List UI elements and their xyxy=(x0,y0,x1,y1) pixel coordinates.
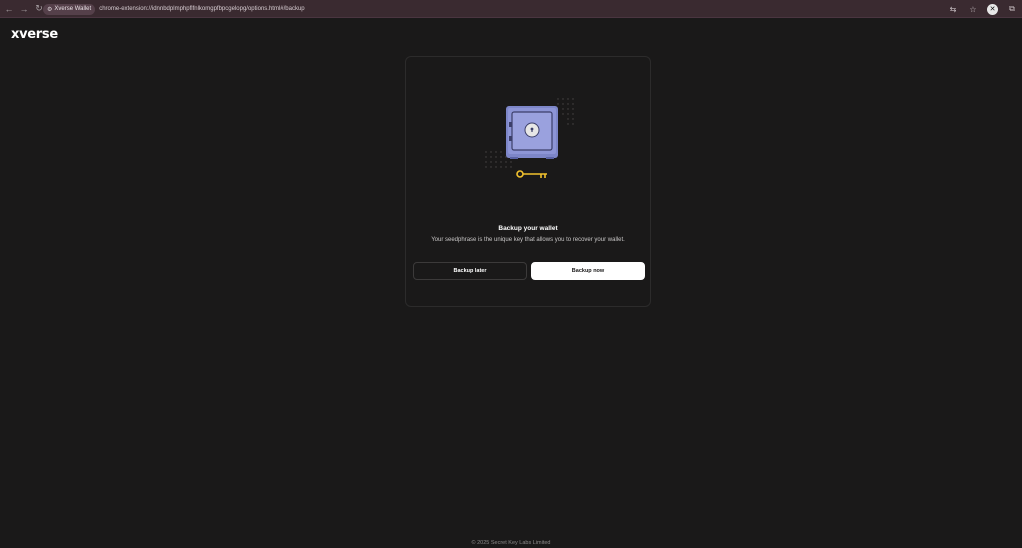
footer-copyright: © 2025 Secret Key Labs Limited xyxy=(471,540,551,546)
browser-toolbar: ← → ↻ ⚙ Xverse Wallet chrome-extension:/… xyxy=(0,0,1022,18)
xverse-logo: xverse xyxy=(11,27,58,42)
key-icon xyxy=(516,170,547,178)
browser-actions: ⇆ ☆ ✕ ⧉ xyxy=(947,2,1018,16)
translate-icon[interactable]: ⇆ xyxy=(947,5,959,14)
backup-card: Backup your wallet Your seedphrase is th… xyxy=(405,56,651,307)
backup-subtitle: Your seedphrase is the unique key that a… xyxy=(431,237,625,243)
xverse-extension-icon[interactable]: ✕ xyxy=(987,3,998,15)
bookmark-star-icon[interactable]: ☆ xyxy=(967,5,979,14)
forward-icon[interactable]: → xyxy=(18,3,30,15)
backup-later-button[interactable]: Backup later xyxy=(413,262,527,280)
address-bar[interactable]: ⚙ Xverse Wallet chrome-extension://idnnb… xyxy=(43,3,943,15)
backup-now-button[interactable]: Backup now xyxy=(531,262,645,280)
site-chip[interactable]: ⚙ Xverse Wallet xyxy=(43,3,96,15)
extension-icon: ⚙ xyxy=(47,6,53,13)
url-text[interactable]: chrome-extension://idnnbdplmphpflfnlkomg… xyxy=(99,6,304,12)
safe-illustration xyxy=(485,98,574,178)
back-icon[interactable]: ← xyxy=(3,3,15,15)
backup-title: Backup your wallet xyxy=(498,225,558,232)
extensions-puzzle-icon[interactable]: ⧉ xyxy=(1006,4,1018,14)
site-chip-label: Xverse Wallet xyxy=(54,6,92,12)
dot-pattern-top-right xyxy=(557,98,574,125)
